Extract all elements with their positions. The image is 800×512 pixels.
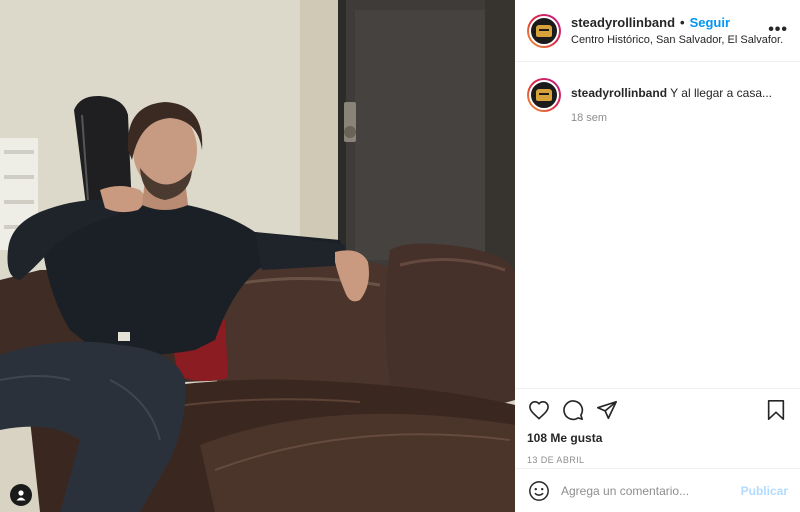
likes-count[interactable]: 108 Me gusta	[527, 431, 788, 445]
caption-text: Y al llegar a casa...	[670, 86, 772, 100]
caption-avatar[interactable]	[527, 78, 561, 112]
caption-username[interactable]: steadyrollinband	[571, 86, 667, 100]
like-button[interactable]	[527, 398, 551, 422]
paper-plane-icon	[597, 400, 617, 420]
add-comment-bar: Publicar	[515, 468, 800, 512]
header-row: steadyrollinband • Seguir	[571, 15, 788, 30]
band-logo-icon	[536, 89, 552, 101]
save-button[interactable]	[764, 398, 788, 422]
avatar-image	[529, 15, 559, 46]
username-link[interactable]: steadyrollinband	[571, 15, 675, 30]
follow-button[interactable]: Seguir	[690, 15, 730, 30]
comment-icon	[563, 400, 584, 421]
comment-button[interactable]	[561, 398, 585, 422]
post-photo[interactable]	[0, 0, 515, 512]
photo-image	[0, 0, 515, 512]
header-text: steadyrollinband • Seguir Centro Históri…	[571, 15, 788, 46]
separator-dot: •	[680, 15, 685, 30]
caption-body: steadyrollinband Y al llegar a casa... 1…	[571, 78, 772, 124]
user-icon	[16, 490, 26, 501]
share-button[interactable]	[595, 398, 619, 422]
post-header: steadyrollinband • Seguir Centro Históri…	[515, 0, 800, 62]
actions-section: 108 Me gusta 13 DE ABRIL	[515, 388, 800, 468]
heart-icon	[529, 400, 549, 420]
action-bar	[527, 389, 788, 431]
location-link[interactable]: Centro Histórico, San Salvador, El Salva…	[571, 34, 788, 46]
post-sidebar: steadyrollinband • Seguir Centro Históri…	[515, 0, 800, 512]
post-date[interactable]: 13 DE ABRIL	[527, 455, 788, 465]
caption-time[interactable]: 18 sem	[571, 112, 772, 124]
band-logo-icon	[536, 24, 552, 37]
smiley-icon	[529, 480, 549, 501]
emoji-button[interactable]	[527, 479, 551, 503]
avatar-image	[529, 80, 559, 110]
comments-list: steadyrollinband Y al llegar a casa... 1…	[515, 62, 800, 388]
bookmark-icon	[767, 400, 785, 420]
tagged-users-button[interactable]	[10, 484, 32, 506]
more-options-icon[interactable]: •••	[768, 22, 788, 38]
avatar[interactable]	[527, 13, 561, 48]
comment-input[interactable]	[561, 483, 741, 498]
post-comment-button[interactable]: Publicar	[741, 484, 788, 498]
caption: steadyrollinband Y al llegar a casa... 1…	[527, 78, 788, 124]
